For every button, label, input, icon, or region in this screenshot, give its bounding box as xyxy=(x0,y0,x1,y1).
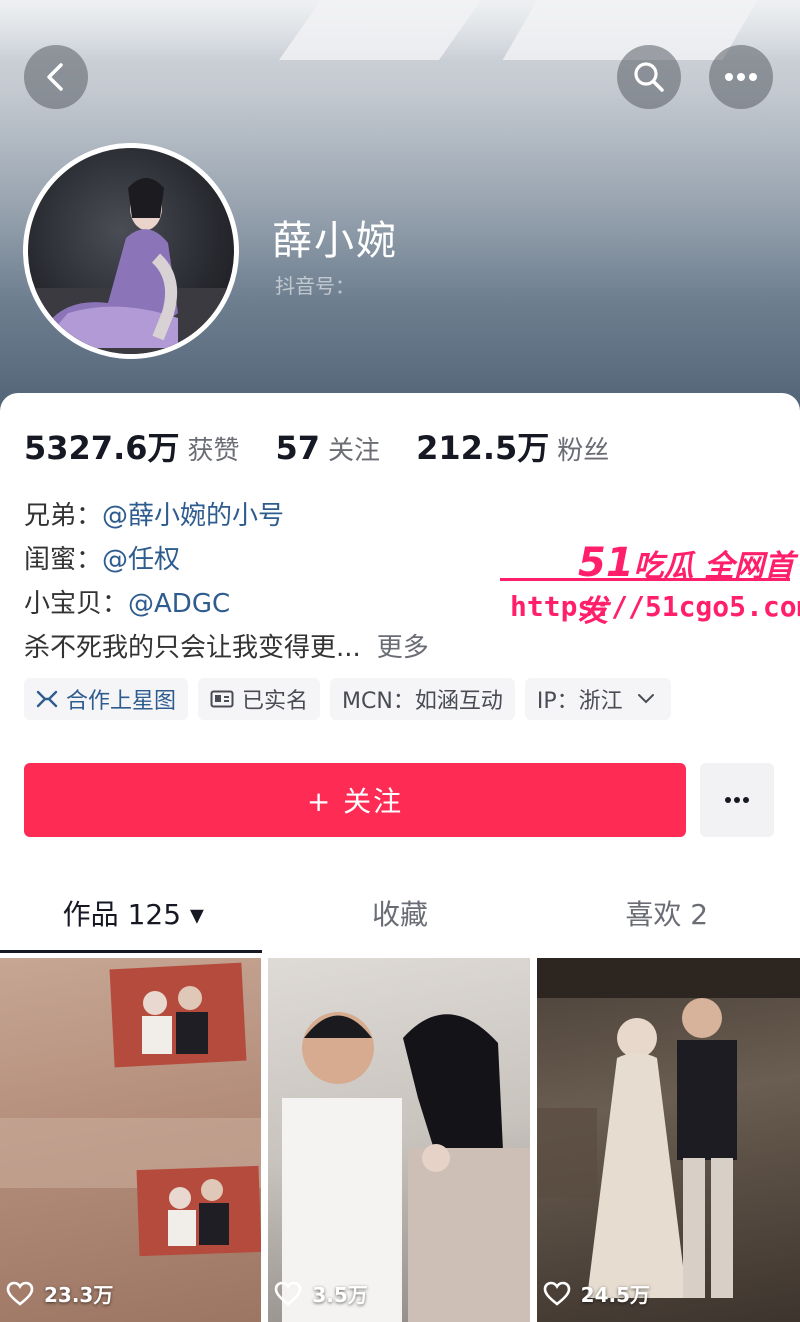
video-likes: 23.3万 xyxy=(6,1279,113,1308)
avatar[interactable] xyxy=(23,143,239,359)
bio-line: 闺蜜：@任权 xyxy=(24,538,429,582)
tag-label: IP：浙江 xyxy=(536,689,623,714)
stat-likes[interactable]: 5327.6万 获赞 xyxy=(24,423,240,469)
stat-following[interactable]: 57 关注 xyxy=(276,429,381,467)
tab-works[interactable]: 作品 125 ▾ xyxy=(0,885,267,945)
bio-more-link[interactable]: 更多 xyxy=(377,633,429,663)
bio-line: 小宝贝：@ADGC xyxy=(24,582,429,626)
video-likes: 24.5万 xyxy=(543,1279,650,1308)
tab-active-indicator xyxy=(0,950,262,953)
stat-label: 获赞 xyxy=(187,436,240,466)
tag-ip[interactable]: IP：浙江 xyxy=(524,678,671,720)
follow-more-button[interactable] xyxy=(700,763,774,837)
video-likes: 3.5万 xyxy=(274,1279,368,1308)
video-thumbnail[interactable]: 3.5万 xyxy=(268,958,530,1322)
tag-xingtu[interactable]: 合作上星图 xyxy=(24,678,189,720)
video-cover-image xyxy=(536,958,800,1298)
watermark-line xyxy=(500,578,790,581)
xingtu-icon xyxy=(36,690,58,708)
stat-followers[interactable]: 212.5万 粉丝 xyxy=(416,423,609,469)
heart-icon xyxy=(275,1281,302,1306)
video-cover-image xyxy=(0,962,262,1257)
stat-label: 粉丝 xyxy=(557,436,610,466)
more-dots-icon xyxy=(725,797,749,803)
follow-button[interactable]: + 关注 xyxy=(24,763,686,837)
bio-line: 杀不死我的只会让我变得更... 更多 xyxy=(24,626,429,670)
bio: 兄弟：@薛小婉的小号 闺蜜：@任权 小宝贝：@ADGC 杀不死我的只会让我变得更… xyxy=(24,494,429,670)
mention-link[interactable]: @任权 xyxy=(102,545,180,575)
heart-icon xyxy=(6,1281,34,1306)
profile-nickname: 薛小婉 xyxy=(272,218,398,264)
more-dots-icon xyxy=(725,73,757,81)
video-cover-image xyxy=(282,1012,530,1322)
stat-number: 57 xyxy=(275,429,321,467)
video-thumbnail[interactable]: 24.5万 xyxy=(536,958,800,1322)
tag-verified[interactable]: 已实名 xyxy=(198,678,321,720)
profile-banner: 薛小婉 抖音号： xyxy=(0,0,800,420)
bio-label: 闺蜜： xyxy=(24,545,103,575)
stat-number: 212.5万 xyxy=(416,429,550,467)
back-button[interactable] xyxy=(24,45,88,109)
heart-icon xyxy=(543,1281,570,1306)
tag-label: MCN：如涵互动 xyxy=(342,689,503,714)
search-icon xyxy=(634,62,664,92)
more-options-button[interactable] xyxy=(709,45,773,109)
chevron-down-icon xyxy=(629,690,659,708)
chevron-left-icon xyxy=(47,63,63,91)
id-card-icon xyxy=(210,690,234,708)
tab-favorites[interactable]: 收藏 xyxy=(267,885,534,945)
bio-label: 小宝贝： xyxy=(24,589,129,619)
tag-row: 合作上星图 已实名 MCN：如涵互动 IP：浙江 xyxy=(24,678,681,720)
bio-label: 兄弟： xyxy=(24,501,103,531)
video-likes-count: 24.5万 xyxy=(580,1283,651,1307)
tag-label: 合作上星图 xyxy=(66,689,177,714)
watermark-url: https://51cgo5.com xyxy=(510,590,800,623)
tag-mcn[interactable]: MCN：如涵互动 xyxy=(330,678,515,720)
avatar-photo xyxy=(28,178,234,354)
tab-likes[interactable]: 喜欢 2 xyxy=(533,885,800,945)
mention-link[interactable]: @ADGC xyxy=(128,589,230,619)
content-tabs: 作品 125 ▾ 收藏 喜欢 2 xyxy=(0,885,800,945)
douyin-id-label: 抖音号： xyxy=(275,274,355,298)
video-grid: 23.3万 3.5万 24.5万 xyxy=(0,958,800,1322)
bio-line: 兄弟：@薛小婉的小号 xyxy=(24,494,429,538)
profile-card: 5327.6万 获赞 57 关注 212.5万 粉丝 兄弟：@薛小婉的小号 闺蜜… xyxy=(0,393,800,1322)
stat-label: 关注 xyxy=(328,436,381,466)
video-likes-count: 23.3万 xyxy=(44,1283,114,1307)
bio-text: 杀不死我的只会让我变得更... xyxy=(24,633,361,663)
search-button[interactable] xyxy=(617,45,681,109)
tag-label: 已实名 xyxy=(242,689,309,714)
video-thumbnail[interactable]: 23.3万 xyxy=(0,958,262,1322)
stat-number: 5327.6万 xyxy=(24,429,180,467)
video-likes-count: 3.5万 xyxy=(312,1283,368,1307)
mention-link[interactable]: @薛小婉的小号 xyxy=(102,501,284,531)
stats-row: 5327.6万 获赞 57 关注 212.5万 粉丝 xyxy=(24,423,645,469)
